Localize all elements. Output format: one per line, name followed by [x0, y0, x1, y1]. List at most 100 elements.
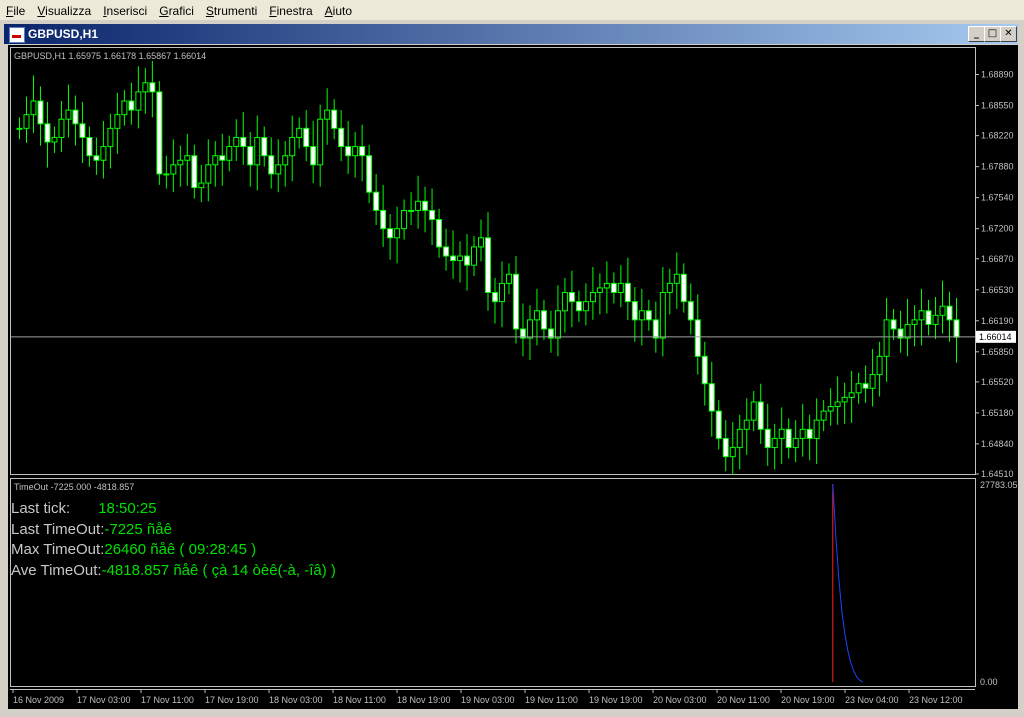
menu-strumenti[interactable]: Strumenti [200, 1, 263, 18]
candle-bull [554, 310, 561, 339]
candle-bear [156, 91, 163, 175]
candle-bull [743, 419, 750, 430]
time-label: 19 Nov 19:00 [589, 695, 643, 705]
info-row-value: 18:50:25 [98, 500, 157, 517]
candle-bull [51, 136, 58, 143]
candle-bull [498, 282, 505, 303]
candle-bull [771, 437, 778, 449]
candle-bear [764, 428, 771, 449]
price-label: 1.67880 [981, 162, 1014, 172]
chart-window[interactable]: 1.68890 1.68550 1.68220 1.67880 1.67540 1.672… [8, 45, 1018, 709]
candle-bear [219, 155, 226, 161]
price-label: 1.66870 [981, 254, 1014, 264]
candle-bear [610, 282, 617, 294]
candle-bull [750, 401, 757, 421]
time-label: 20 Nov 11:00 [717, 695, 770, 705]
price-label: 1.68890 [981, 70, 1014, 80]
candle-bull [792, 437, 799, 449]
indicator-line-blue [832, 483, 864, 683]
candle-bull [876, 355, 883, 376]
candle-bull [561, 292, 568, 312]
candle-bull [163, 173, 170, 176]
candle-bull [121, 100, 128, 116]
candle-bear [464, 255, 471, 266]
candle-bear [429, 209, 436, 221]
candle-bear [380, 209, 387, 230]
candle-bear [708, 383, 715, 412]
candle-bear [191, 155, 198, 189]
time-label: 20 Nov 03:00 [653, 695, 707, 705]
minimize-button[interactable]: _ [968, 26, 985, 42]
candle-bull [478, 237, 485, 248]
price-label: 1.65180 [981, 408, 1014, 418]
candle-bear [624, 282, 631, 303]
chart-window-titlebar[interactable]: GBPUSD,H1 _ □ ✕ [4, 24, 1018, 44]
candle-bear [373, 191, 380, 211]
time-label: 18 Nov 03:00 [269, 695, 323, 705]
price-label: 1.67200 [981, 224, 1014, 234]
info-row: Last tick: 18:50:25 [11, 500, 157, 517]
candle-bear [331, 109, 338, 129]
candle-bear [338, 127, 345, 148]
time-label: 19 Nov 03:00 [461, 695, 515, 705]
candle-bear [680, 273, 687, 303]
candle-bear [149, 82, 156, 93]
candle-bull [673, 273, 680, 284]
candle-bear [387, 228, 394, 239]
price-label: 1.65520 [981, 377, 1014, 387]
current-price-label: 1.66014 [979, 332, 1012, 342]
candle-bull [198, 182, 205, 189]
menu-label-rest: isualizza [45, 4, 92, 18]
candle-bear [862, 383, 869, 389]
candle-bull [582, 301, 589, 312]
menu-inserisci[interactable]: Inserisci [97, 1, 153, 18]
candle-bear [568, 292, 575, 303]
menu-accelerator: A [324, 4, 333, 18]
candle-bull [813, 419, 820, 439]
candle-bear [86, 136, 93, 157]
price-label: 1.68550 [981, 101, 1014, 111]
candle-bull [226, 146, 233, 161]
menu-label-rest: nserisci [106, 4, 148, 18]
candle-bull [317, 118, 324, 166]
candle-bull [603, 282, 610, 289]
price-label: 1.68220 [981, 131, 1014, 141]
menu-label-rest: iuto [332, 4, 353, 18]
candle-bear [785, 428, 792, 449]
time-label: 23 Nov 04:00 [845, 695, 899, 705]
candle-bull [505, 273, 512, 284]
info-row: Max TimeOut:26460 ñåê ( 09:28:45 ) [11, 541, 256, 558]
candle-bear [93, 155, 100, 161]
menu-aiuto[interactable]: Aiuto [319, 1, 358, 18]
menu-visualizza[interactable]: Visualizza [31, 1, 97, 18]
candle-bull [352, 146, 359, 157]
candle-bear [953, 319, 960, 338]
candle-bull [275, 164, 282, 175]
candle-bear [240, 136, 247, 148]
info-row-label: Last tick: [11, 500, 71, 517]
candle-bull [142, 82, 149, 93]
candle-bull [932, 314, 939, 325]
chart-window-title: GBPUSD,H1 [28, 27, 99, 41]
menu-file[interactable]: File [0, 1, 31, 18]
price-label: 1.64510 [981, 469, 1014, 479]
candle-bear [757, 401, 764, 430]
candle-bull [254, 136, 261, 166]
indicator-min-label: 0.00 [980, 677, 998, 687]
menu-label-rest: ile [13, 4, 26, 18]
info-row-label: Ave TimeOut: [11, 561, 102, 579]
menu-finestra[interactable]: Finestra [263, 1, 318, 18]
candle-bull [65, 109, 72, 120]
candle-bull [205, 164, 212, 184]
restore-button[interactable]: □ [984, 26, 1001, 42]
candle-bull [820, 410, 827, 421]
time-label: 19 Nov 11:00 [525, 695, 578, 705]
price-chart[interactable]: 1.68890 1.68550 1.68220 1.67880 1.67540 1.672… [8, 45, 1018, 709]
candle-bull [212, 155, 219, 166]
close-button[interactable]: ✕ [1000, 26, 1017, 42]
candle-bear [436, 219, 443, 248]
menu-grafici[interactable]: Grafici [153, 1, 200, 18]
info-row: Ave TimeOut:-4818.857 ñåê ( çà 14 òèê(-à… [11, 562, 336, 579]
candle-bear [687, 301, 694, 321]
candle-bull [135, 91, 142, 111]
